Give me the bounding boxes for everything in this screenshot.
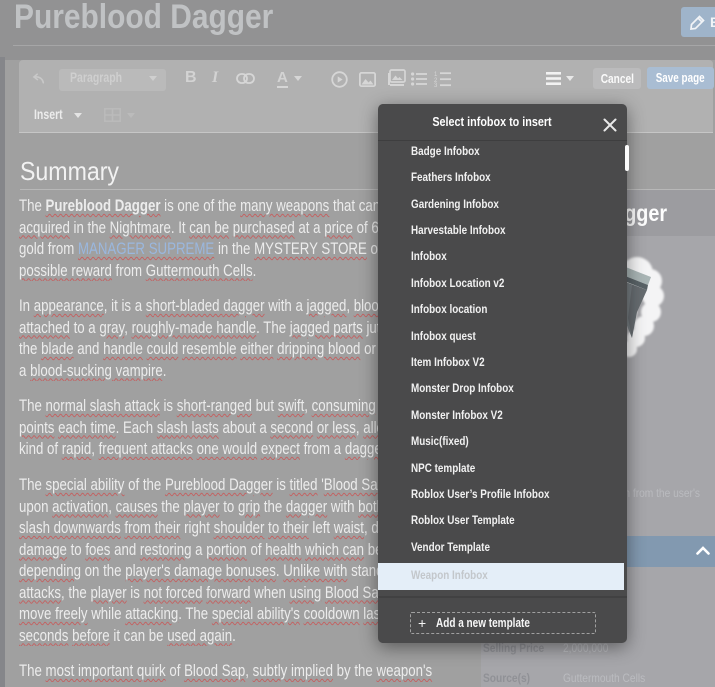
- svg-text:3: 3: [434, 83, 438, 87]
